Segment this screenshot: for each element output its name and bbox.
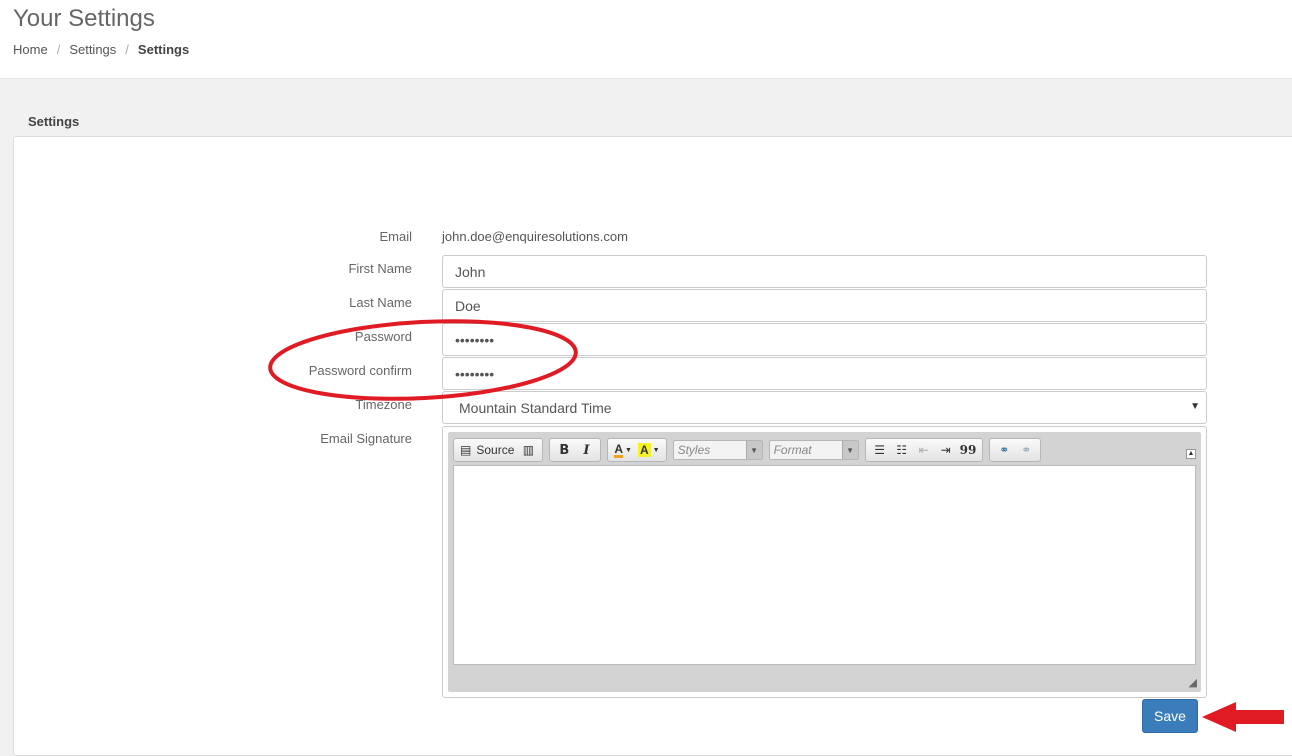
source-button[interactable]: ▤ Source	[457, 440, 517, 460]
format-combo[interactable]: Format ▼	[768, 440, 859, 460]
chevron-down-icon: ▼	[625, 446, 632, 454]
italic-button[interactable]: I	[575, 440, 597, 460]
toolbar-group-document: ▤ Source ▥	[453, 438, 544, 462]
page-header: Your Settings Home / Settings / Settings	[0, 0, 1292, 79]
page-title: Your Settings	[13, 5, 155, 32]
blockquote-icon: 99	[959, 443, 977, 457]
background-color-button[interactable]: A ▼	[635, 440, 663, 460]
save-button[interactable]: Save	[1142, 699, 1198, 733]
editor-chrome: ▤ Source ▥ B I A ▼ A ▼ Styles ▼ Format ▼…	[448, 432, 1201, 692]
email-label: Email	[379, 229, 412, 244]
password-label: Password	[354, 329, 412, 344]
breadcrumb-separator: /	[125, 42, 129, 57]
last-name-input[interactable]	[442, 289, 1207, 322]
numbered-list-button[interactable]: ☰	[869, 440, 891, 460]
toolbar-group-links: ⚭ ⚭	[989, 438, 1042, 462]
indent-button[interactable]: ⇥	[935, 440, 957, 460]
templates-button[interactable]: ▥	[517, 440, 539, 460]
toolbar-group-lists: ☰ ☷ ⇤ ⇥ 99	[864, 438, 984, 462]
outdent-button[interactable]: ⇤	[913, 440, 935, 460]
signature-editor-area[interactable]	[453, 465, 1196, 665]
email-signature-editor: ▤ Source ▥ B I A ▼ A ▼ Styles ▼ Format ▼…	[442, 426, 1207, 698]
indent-icon: ⇥	[940, 443, 951, 457]
blockquote-button[interactable]: 99	[957, 440, 980, 460]
breadcrumb-home[interactable]: Home	[13, 42, 48, 57]
collapse-toolbar-icon[interactable]: ▲	[1186, 449, 1196, 459]
email-value: john.doe@enquiresolutions.com	[442, 229, 628, 244]
unlink-icon: ⚭	[1021, 443, 1032, 457]
styles-combo[interactable]: Styles ▼	[672, 440, 763, 460]
resize-grip-icon[interactable]: ◢	[1189, 676, 1197, 689]
bold-button[interactable]: B	[553, 440, 575, 460]
link-icon: ⚭	[999, 443, 1010, 457]
toolbar-group-basicstyles: B I	[549, 438, 602, 462]
breadcrumb-settings[interactable]: Settings	[69, 42, 116, 57]
bulleted-list-button[interactable]: ☷	[891, 440, 913, 460]
source-button-label: Source	[476, 443, 515, 457]
timezone-select[interactable]: Mountain Standard Time ▼	[442, 391, 1207, 424]
text-color-icon: A	[614, 441, 624, 458]
outdent-icon: ⇤	[918, 443, 929, 457]
styles-combo-label: Styles	[677, 443, 711, 457]
breadcrumb: Home / Settings / Settings	[13, 42, 189, 57]
toolbar-group-colors: A ▼ A ▼	[607, 438, 667, 462]
format-combo-label: Format	[773, 443, 812, 457]
password-confirm-label: Password confirm	[308, 363, 412, 378]
first-name-input[interactable]	[442, 255, 1207, 288]
password-confirm-input[interactable]	[442, 357, 1207, 390]
last-name-label: Last Name	[349, 295, 412, 310]
timezone-label: Timezone	[355, 397, 412, 412]
source-icon: ▤	[460, 443, 472, 457]
bulleted-list-icon: ☷	[896, 443, 907, 457]
first-name-label: First Name	[348, 261, 412, 276]
editor-toolbar: ▤ Source ▥ B I A ▼ A ▼ Styles ▼ Format ▼…	[453, 437, 1047, 463]
chevron-down-icon: ▼	[652, 446, 660, 454]
caret-down-icon: ▼	[1190, 401, 1200, 412]
background-color-icon: A	[637, 443, 651, 457]
password-input[interactable]	[442, 323, 1207, 356]
chevron-down-icon: ▼	[841, 441, 858, 459]
timezone-value: Mountain Standard Time	[459, 399, 612, 416]
document-icon: ▥	[522, 443, 535, 457]
unlink-button[interactable]: ⚭	[1015, 440, 1037, 460]
numbered-list-icon: ☰	[874, 443, 885, 457]
link-button[interactable]: ⚭	[993, 440, 1015, 460]
panel-heading: Settings	[28, 114, 80, 129]
breadcrumb-separator: /	[56, 42, 61, 57]
email-signature-label: Email Signature	[320, 431, 412, 446]
breadcrumb-current: Settings	[137, 42, 190, 57]
chevron-down-icon: ▼	[745, 441, 762, 459]
text-color-button[interactable]: A ▼	[611, 440, 635, 460]
